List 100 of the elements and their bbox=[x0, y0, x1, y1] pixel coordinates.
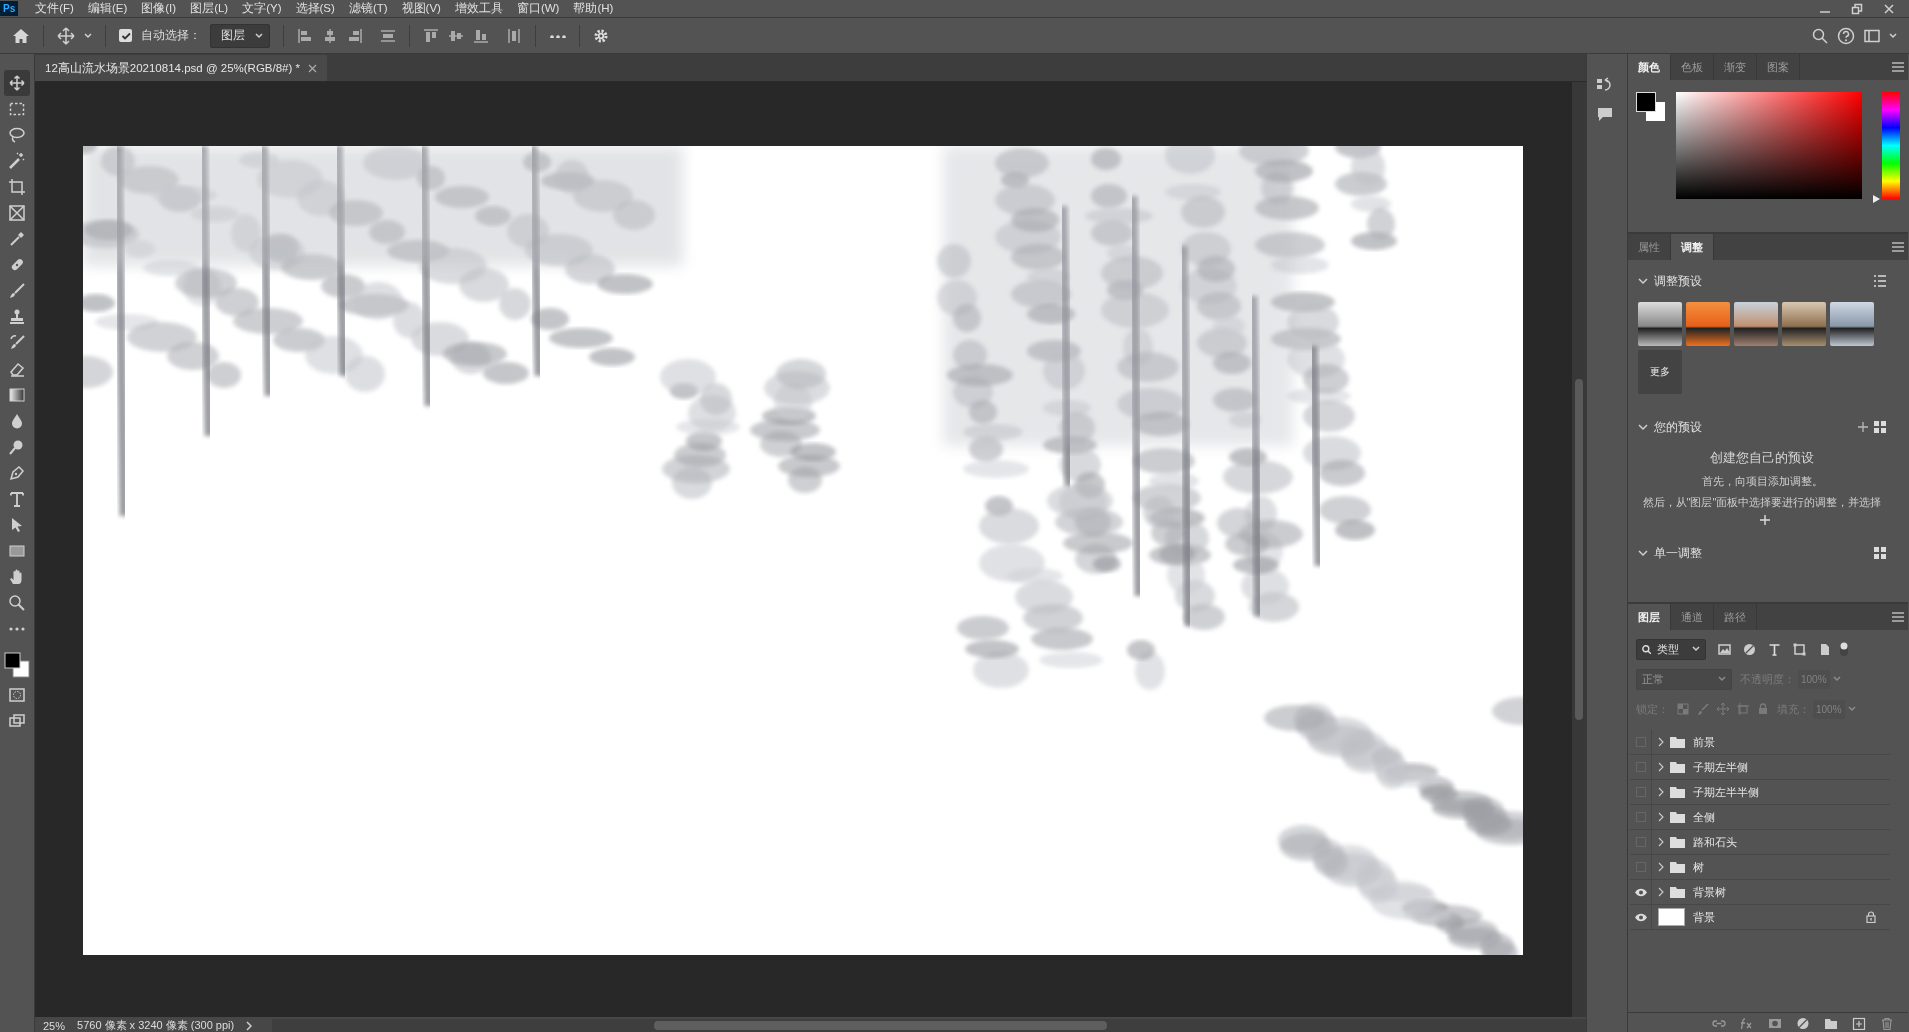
chevron-right-icon[interactable] bbox=[1658, 737, 1664, 747]
preset-thumbnail[interactable] bbox=[1686, 302, 1730, 346]
color-swatches-drawing[interactable] bbox=[1636, 92, 1666, 122]
zoom-level[interactable]: 25% bbox=[43, 1019, 66, 1032]
chevron-down-icon[interactable] bbox=[1638, 548, 1648, 558]
target-dropdown[interactable]: 图层 bbox=[210, 23, 270, 48]
restore-icon[interactable] bbox=[1851, 2, 1863, 15]
history-icon[interactable] bbox=[1596, 76, 1614, 94]
panel-tab[interactable]: 渐变 bbox=[1714, 54, 1757, 80]
align-top-icon[interactable] bbox=[423, 27, 439, 44]
trash-icon[interactable] bbox=[1880, 1017, 1894, 1030]
layer-row[interactable]: 全侧 bbox=[1630, 805, 1890, 830]
close-icon[interactable] bbox=[1883, 2, 1895, 15]
chevron-right-icon[interactable] bbox=[1658, 837, 1664, 847]
scroll-thumb[interactable] bbox=[1575, 379, 1583, 720]
chevron-right-icon[interactable] bbox=[1658, 812, 1664, 822]
type-filter-icon[interactable] bbox=[1768, 642, 1781, 656]
home-icon[interactable] bbox=[12, 27, 30, 44]
panel-tab[interactable]: 图层 bbox=[1628, 604, 1671, 630]
color-field[interactable] bbox=[1676, 92, 1862, 199]
shape-filter-icon[interactable] bbox=[1793, 642, 1806, 656]
chevron-right-icon[interactable] bbox=[246, 1020, 253, 1031]
panel-menu-icon[interactable] bbox=[1892, 242, 1904, 252]
quick-mask-icon[interactable] bbox=[9, 688, 25, 702]
preset-thumbnail[interactable] bbox=[1830, 302, 1874, 346]
filter-toggle-icon[interactable] bbox=[1839, 641, 1849, 657]
auto-select-checkbox[interactable] bbox=[119, 29, 132, 42]
panel-tab[interactable]: 色板 bbox=[1671, 54, 1714, 80]
adjustment-layer-icon[interactable] bbox=[1796, 1017, 1810, 1030]
adjustment-filter-icon[interactable] bbox=[1743, 642, 1756, 656]
panel-tab[interactable]: 颜色 bbox=[1628, 54, 1671, 80]
distribute-horizontal-icon[interactable] bbox=[506, 27, 522, 44]
help-icon[interactable] bbox=[1837, 26, 1855, 45]
preset-thumbnail[interactable] bbox=[1734, 302, 1778, 346]
tool-button[interactable] bbox=[4, 70, 30, 96]
document-tab[interactable]: 12高山流水场景20210814.psd @ 25%(RGB/8#) * bbox=[35, 55, 327, 81]
menu-item[interactable]: 图层(L) bbox=[183, 1, 236, 16]
more-presets-button[interactable]: 更多 bbox=[1638, 350, 1682, 394]
folder-icon bbox=[1670, 736, 1685, 748]
menu-item[interactable]: 选择(S) bbox=[288, 1, 342, 16]
grid-icon[interactable] bbox=[1874, 421, 1886, 433]
align-left-icon[interactable] bbox=[297, 27, 313, 44]
list-icon[interactable] bbox=[1874, 275, 1886, 287]
search-icon[interactable] bbox=[1812, 27, 1828, 44]
menu-item[interactable]: 窗口(W) bbox=[509, 1, 567, 16]
chevron-down-icon[interactable] bbox=[1638, 276, 1648, 286]
menu-item[interactable]: 文字(Y) bbox=[235, 1, 289, 16]
menu-item[interactable]: 编辑(E) bbox=[80, 1, 135, 16]
layer-row[interactable]: 前景 bbox=[1630, 730, 1890, 755]
layer-row[interactable]: 路和石头 bbox=[1630, 830, 1890, 855]
menu-item[interactable]: 文件(F) bbox=[28, 1, 81, 16]
color-swatches-drawing[interactable] bbox=[4, 652, 30, 678]
layer-row[interactable]: 背景树 bbox=[1630, 880, 1890, 905]
menu-item[interactable]: 图像(I) bbox=[134, 1, 184, 16]
panel-menu-icon[interactable] bbox=[1892, 612, 1904, 622]
distribute-vertical-icon[interactable] bbox=[380, 27, 396, 44]
scroll-thumb[interactable] bbox=[654, 1021, 1108, 1030]
screen-mode-icon[interactable] bbox=[9, 714, 25, 728]
slider-thumb-icon[interactable] bbox=[1873, 195, 1880, 203]
layer-row[interactable]: 背景 bbox=[1630, 905, 1890, 930]
menu-item[interactable]: 增效工具 bbox=[447, 1, 510, 16]
layer-row[interactable]: 子期左半侧 bbox=[1630, 755, 1890, 780]
chevron-down-icon[interactable] bbox=[1638, 422, 1648, 432]
menu-item[interactable]: 视图(V) bbox=[394, 1, 448, 16]
panel-menu-icon[interactable] bbox=[1892, 62, 1904, 72]
panel-tab[interactable]: 图案 bbox=[1757, 54, 1800, 80]
chevron-right-icon[interactable] bbox=[1658, 762, 1664, 772]
layer-row[interactable]: 树 bbox=[1630, 855, 1890, 880]
align-right-icon[interactable] bbox=[347, 27, 363, 44]
close-icon[interactable] bbox=[308, 63, 317, 73]
new-layer-icon[interactable] bbox=[1852, 1017, 1866, 1030]
panel-tab[interactable]: 通道 bbox=[1671, 604, 1714, 630]
align-bottom-icon[interactable] bbox=[473, 27, 489, 44]
plus-icon[interactable] bbox=[1858, 422, 1868, 432]
horizontal-scrollbar[interactable] bbox=[272, 1019, 1586, 1032]
folder-icon[interactable] bbox=[1824, 1017, 1838, 1030]
filter-dropdown[interactable]: 类型 bbox=[1636, 638, 1706, 660]
workspace-icon[interactable] bbox=[1864, 28, 1880, 43]
preset-thumbnail[interactable] bbox=[1782, 302, 1826, 346]
chevron-right-icon[interactable] bbox=[1658, 862, 1664, 872]
grid-icon[interactable] bbox=[1874, 547, 1886, 559]
more-icon[interactable] bbox=[549, 33, 566, 38]
menu-item[interactable]: 滤镜(T) bbox=[341, 1, 395, 16]
chevron-right-icon[interactable] bbox=[1658, 887, 1664, 897]
chevron-right-icon[interactable] bbox=[1658, 787, 1664, 797]
menu-item[interactable]: 帮助(H) bbox=[566, 1, 621, 16]
preset-thumbnail[interactable] bbox=[1638, 302, 1682, 346]
smart-object-filter-icon[interactable] bbox=[1818, 642, 1831, 656]
settings-icon[interactable] bbox=[593, 27, 609, 44]
image-filter-icon[interactable] bbox=[1718, 642, 1731, 656]
move-arrows-icon[interactable] bbox=[57, 26, 75, 45]
layer-row[interactable]: 子期左半半侧 bbox=[1630, 780, 1890, 805]
panel-tab[interactable]: 调整 bbox=[1671, 234, 1714, 260]
link-icon[interactable] bbox=[1712, 1017, 1726, 1030]
panel-tab[interactable]: 路径 bbox=[1714, 604, 1757, 630]
mask-icon[interactable] bbox=[1768, 1017, 1782, 1030]
comment-icon[interactable] bbox=[1597, 106, 1613, 122]
align-center-icon[interactable] bbox=[322, 27, 338, 44]
vertical-scrollbar[interactable] bbox=[1572, 82, 1586, 1017]
fx-icon[interactable] bbox=[1740, 1017, 1754, 1030]
